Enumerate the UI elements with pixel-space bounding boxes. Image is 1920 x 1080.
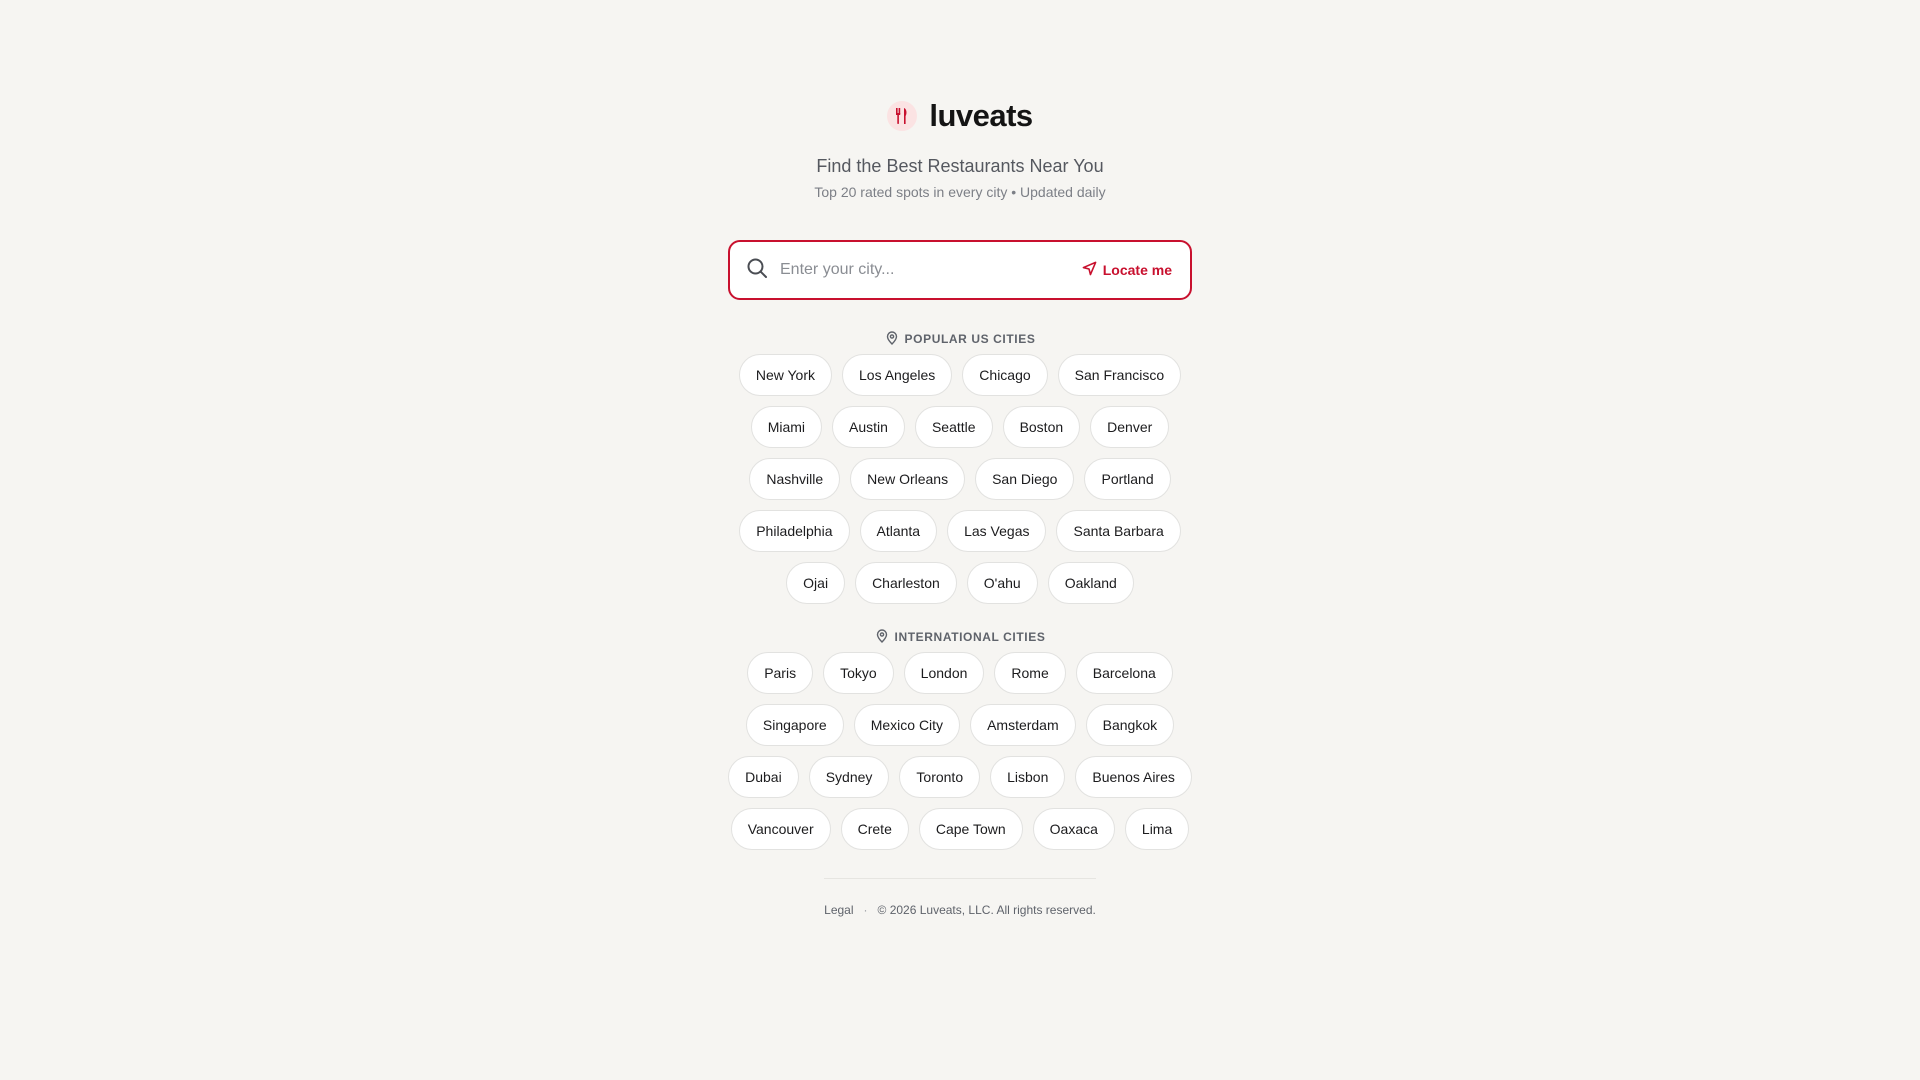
city-chip[interactable]: Rome (994, 652, 1066, 694)
legal-link[interactable]: Legal (824, 903, 853, 917)
us-cities-heading: POPULAR US CITIES (885, 330, 1036, 348)
city-chip[interactable]: Austin (832, 406, 905, 448)
search-icon (746, 257, 768, 284)
international-city-list: Paris Tokyo London Rome Barcelona Singapore Me… (725, 652, 1195, 850)
city-chip[interactable]: Ojai (786, 562, 846, 604)
city-chip[interactable]: Bangkok (1085, 704, 1175, 746)
city-chip[interactable]: Buenos Aires (1075, 756, 1192, 798)
city-chip[interactable]: Boston (1002, 406, 1081, 448)
map-pin-icon (875, 628, 889, 646)
city-chip[interactable]: Santa Barbara (1056, 510, 1181, 552)
city-chip[interactable]: O'ahu (966, 562, 1038, 604)
city-chip[interactable]: Crete (840, 808, 909, 850)
navigation-arrow-icon (1082, 261, 1097, 279)
city-chip[interactable]: Sydney (808, 756, 890, 798)
city-chip[interactable]: Tokyo (823, 652, 894, 694)
city-chip[interactable]: Oakland (1047, 562, 1134, 604)
tagline: Find the Best Restaurants Near You (816, 156, 1104, 176)
footer-separator: · (863, 903, 868, 917)
city-chip[interactable]: Charleston (855, 562, 957, 604)
us-city-list: New York Los Angeles Chicago San Francisco M… (725, 354, 1195, 604)
us-cities-title: POPULAR US CITIES (904, 332, 1036, 346)
city-chip[interactable]: San Diego (975, 458, 1075, 500)
subline: Top 20 rated spots in every city • Updat… (814, 184, 1106, 200)
city-search-box: Locate me (728, 240, 1192, 300)
city-chip[interactable]: Lima (1124, 808, 1190, 850)
city-search-input[interactable] (780, 261, 1070, 279)
city-chip[interactable]: Amsterdam (970, 704, 1076, 746)
city-chip[interactable]: Vancouver (730, 808, 831, 850)
city-chip[interactable]: Singapore (745, 704, 844, 746)
city-chip[interactable]: Paris (747, 652, 814, 694)
copyright-text: © 2026 Luveats, LLC. All rights reserved… (877, 903, 1096, 917)
locate-me-label: Locate me (1102, 262, 1172, 278)
city-chip[interactable]: Cape Town (918, 808, 1023, 850)
city-chip[interactable]: Portland (1084, 458, 1171, 500)
map-pin-icon (885, 330, 899, 348)
city-chip[interactable]: New York (738, 354, 832, 396)
city-chip[interactable]: Denver (1090, 406, 1170, 448)
city-chip[interactable]: Chicago (962, 354, 1048, 396)
city-chip[interactable]: Dubai (728, 756, 799, 798)
city-chip[interactable]: Nashville (749, 458, 841, 500)
city-chip[interactable]: Miami (750, 406, 823, 448)
footer: Legal · © 2026 Luveats, LLC. All rights … (824, 903, 1096, 917)
brand-header: luveats (887, 96, 1033, 136)
page-container: luveats Find the Best Restaurants Near Y… (0, 0, 1920, 917)
footer-divider (824, 878, 1096, 879)
city-chip[interactable]: Toronto (899, 756, 981, 798)
city-chip[interactable]: Oaxaca (1032, 808, 1115, 850)
city-chip[interactable]: Mexico City (853, 704, 961, 746)
city-chip[interactable]: San Francisco (1057, 354, 1182, 396)
city-chip[interactable]: London (903, 652, 985, 694)
locate-me-button[interactable]: Locate me (1082, 261, 1172, 279)
city-chip[interactable]: Barcelona (1075, 652, 1173, 694)
city-chip[interactable]: Lisbon (990, 756, 1066, 798)
utensils-logo-icon (887, 101, 918, 131)
city-chip[interactable]: Las Vegas (947, 510, 1047, 552)
international-cities-title: INTERNATIONAL CITIES (894, 630, 1046, 644)
city-chip[interactable]: Philadelphia (739, 510, 850, 552)
international-cities-heading: INTERNATIONAL CITIES (875, 628, 1046, 646)
city-chip[interactable]: New Orleans (850, 458, 966, 500)
city-chip[interactable]: Atlanta (859, 510, 938, 552)
city-chip[interactable]: Seattle (914, 406, 993, 448)
brand-name: luveats (929, 98, 1033, 133)
city-chip[interactable]: Los Angeles (842, 354, 953, 396)
